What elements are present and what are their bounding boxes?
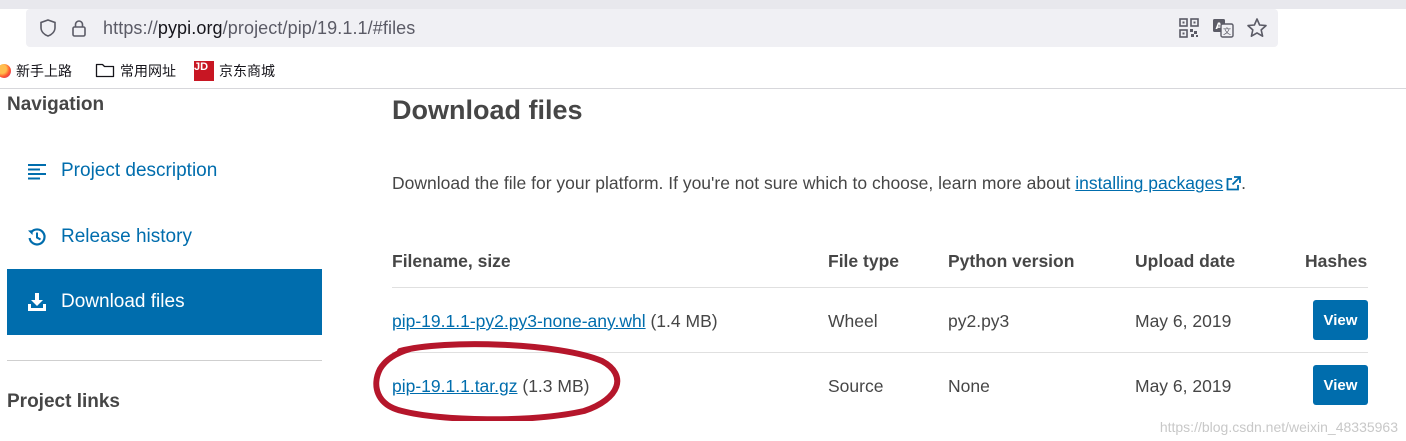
upload-date-cell: May 6, 2019 [1135, 311, 1232, 331]
shield-icon[interactable] [38, 18, 58, 38]
qr-code-icon[interactable] [1179, 18, 1199, 38]
intro-paragraph: Download the file for your platform. If … [392, 173, 1246, 194]
file-size: (1.4 MB) [650, 311, 718, 331]
url-prefix: https:// [103, 18, 158, 38]
file-type-cell: Source [828, 376, 884, 396]
row-divider [392, 287, 1368, 288]
sidebar-item-project-description[interactable]: Project description [7, 138, 322, 204]
firefox-icon [0, 64, 11, 78]
intro-end: . [1241, 173, 1247, 193]
browser-tabstrip-edge [0, 0, 1406, 9]
url-text[interactable]: https://pypi.org/project/pip/19.1.1/#fil… [103, 18, 415, 38]
sidebar-item-download-files[interactable]: Download files [7, 269, 322, 335]
bookmarks-bar: 新手上路 常用网址 JD 京东商城 [0, 56, 1406, 86]
sidebar-item-label: Project description [61, 160, 218, 181]
filename-cell: pip-19.1.1-py2.py3-none-any.whl (1.4 MB) [392, 311, 718, 332]
bookmark-newbie[interactable]: 新手上路 [0, 60, 72, 82]
sidebar-item-label: Download files [61, 291, 185, 312]
sidebar-item-label: Release history [61, 226, 192, 247]
file-link[interactable]: pip-19.1.1.tar.gz [392, 376, 518, 396]
translate-icon[interactable]: A文 [1212, 17, 1234, 39]
address-bar[interactable]: https://pypi.org/project/pip/19.1.1/#fil… [26, 9, 1278, 47]
url-path: /project/pip/19.1.1/#files [222, 18, 416, 38]
sidebar-divider [7, 360, 322, 361]
file-type-cell: Wheel [828, 311, 878, 331]
bookmark-common-sites[interactable]: 常用网址 [95, 60, 176, 82]
bookmark-label: 京东商城 [219, 63, 275, 79]
list-icon [27, 161, 47, 181]
bookmark-label: 常用网址 [120, 63, 176, 79]
installing-packages-link[interactable]: installing packages [1075, 173, 1242, 193]
row-divider [392, 352, 1368, 353]
file-size: (1.3 MB) [522, 376, 590, 396]
intro-text: Download the file for your platform. If … [392, 173, 1076, 193]
jd-icon: JD [194, 61, 214, 81]
python-version-cell: None [948, 376, 990, 396]
view-hashes-button[interactable]: View [1313, 365, 1368, 405]
lock-icon[interactable] [70, 18, 88, 38]
download-icon [27, 292, 47, 312]
external-link-icon [1226, 175, 1242, 191]
filename-cell: pip-19.1.1.tar.gz (1.3 MB) [392, 376, 589, 397]
bookmark-jd[interactable]: JD 京东商城 [194, 60, 275, 82]
svg-text:文: 文 [1223, 26, 1231, 36]
view-hashes-button[interactable]: View [1313, 300, 1368, 340]
url-host: pypi.org [157, 18, 223, 38]
bookmark-label: 新手上路 [16, 63, 72, 79]
upload-date-cell: May 6, 2019 [1135, 376, 1232, 396]
watermark: https://blog.csdn.net/weixin_48335963 [1159, 419, 1398, 435]
history-icon [27, 227, 47, 247]
star-icon[interactable] [1246, 17, 1268, 39]
header-upload-date: Upload date [1135, 251, 1236, 271]
header-filename: Filename, size [392, 251, 511, 271]
page-title: Download files [392, 95, 583, 125]
main-content: Download files Download the file for you… [392, 89, 1382, 441]
folder-icon [95, 62, 115, 81]
header-python-version: Python version [948, 251, 1075, 271]
file-link[interactable]: pip-19.1.1-py2.py3-none-any.whl [392, 311, 646, 331]
sidebar: Navigation Project description Release h… [0, 89, 340, 441]
project-links-heading: Project links [7, 391, 120, 412]
header-file-type: File type [828, 251, 899, 271]
installing-packages-link-label: installing packages [1075, 173, 1224, 193]
sidebar-item-release-history[interactable]: Release history [7, 204, 322, 270]
navigation-heading: Navigation [7, 94, 105, 115]
python-version-cell: py2.py3 [948, 311, 1010, 331]
header-hashes: Hashes [1305, 251, 1368, 271]
